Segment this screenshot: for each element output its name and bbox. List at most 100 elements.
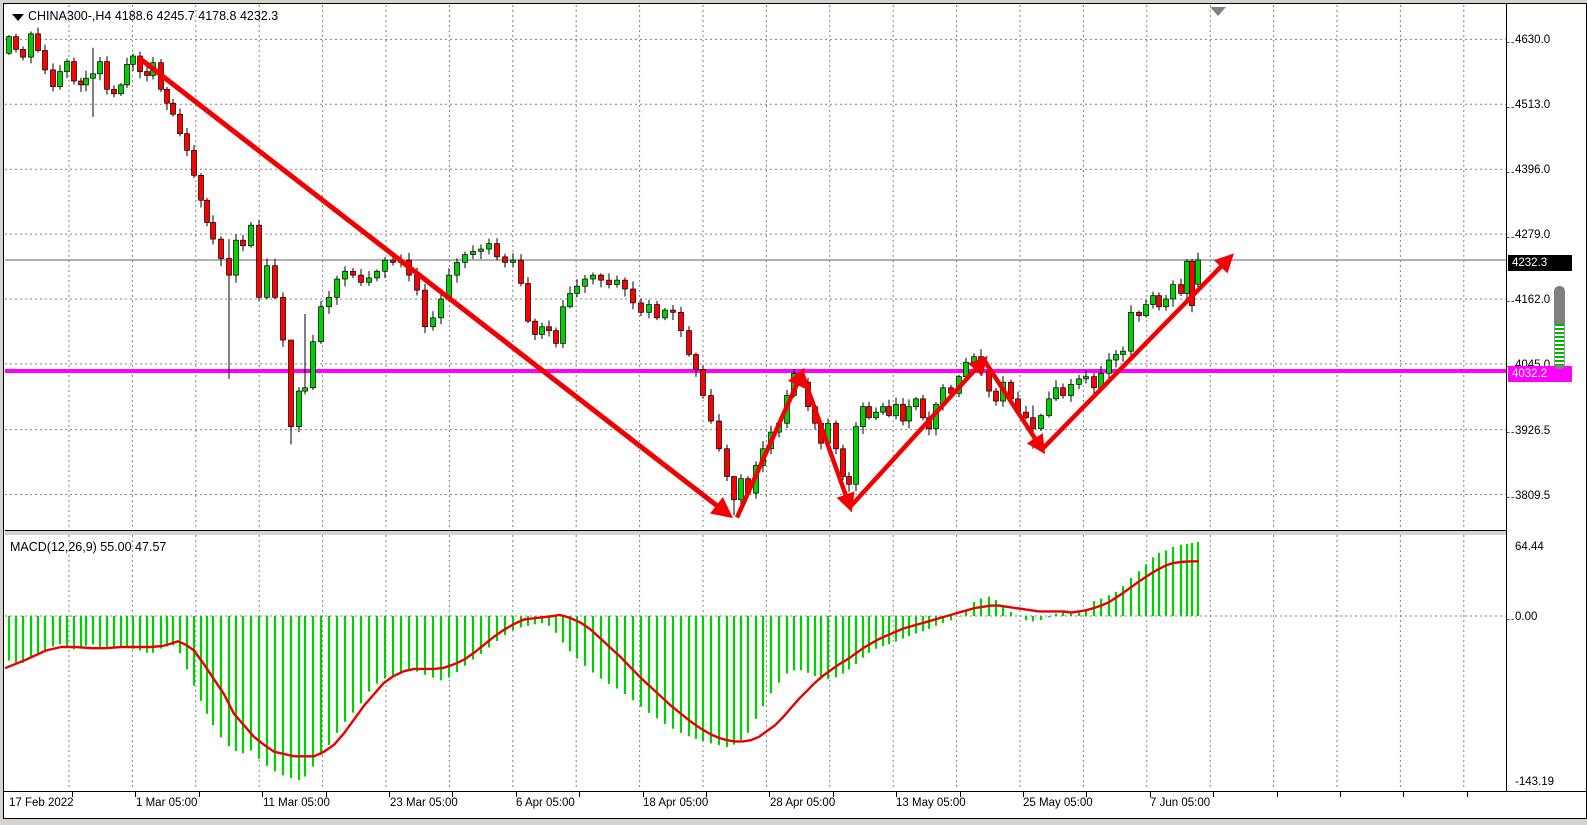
price-chart-canvas[interactable]	[5, 5, 1506, 530]
candle-body-up	[561, 307, 566, 344]
candle-body-up	[383, 260, 388, 271]
candle-body-down	[1137, 312, 1142, 315]
candle-body-up	[575, 286, 580, 293]
candle-body-down	[165, 89, 170, 103]
macd-canvas[interactable]	[5, 535, 1506, 791]
chart-scrollbar[interactable]	[1554, 286, 1565, 369]
price-tick-label: 4162.0	[1515, 294, 1550, 306]
candle-body-up	[335, 279, 340, 297]
candle-body-up	[1054, 388, 1059, 399]
time-tick-label: 7 Jun 05:00	[1150, 797, 1210, 809]
candle-body-up	[1077, 379, 1082, 385]
time-axis[interactable]: 17 Feb 2022 1 Mar 05:00 11 Mar 05:00 23 Mar…	[4, 792, 1586, 817]
macd-indicator-panel[interactable]: MACD(12,26,9) 55.00 47.57	[5, 535, 1506, 791]
candle-body-down	[1179, 285, 1184, 294]
price-tick-mark	[1507, 432, 1514, 433]
macd-indicator-label: MACD(12,26,9) 55.00 47.57	[10, 540, 166, 554]
candle-body-down	[1061, 388, 1066, 396]
candle-body-down	[631, 289, 636, 303]
candle-body-down	[709, 396, 714, 422]
candle-body-down	[671, 310, 676, 312]
candle-body-up	[479, 249, 484, 251]
price-axis[interactable]: 4630.04513.04396.04279.04162.04045.03926…	[1507, 4, 1586, 791]
candle-body-up	[881, 407, 886, 413]
candle-body-up	[1084, 377, 1089, 379]
price-tick-label: 4279.0	[1515, 229, 1550, 241]
price-tick-mark	[1507, 497, 1514, 498]
candle-body-down	[1092, 377, 1097, 388]
time-tick-label: 17 Feb 2022	[9, 797, 74, 809]
time-tick-label: 11 Mar 05:00	[263, 797, 330, 809]
candle-body-down	[241, 240, 246, 246]
candle-body-down	[887, 407, 892, 416]
candle-body-down	[205, 200, 210, 222]
candle-body-down	[79, 81, 84, 85]
candle-body-down	[51, 70, 56, 87]
candle-body-down	[834, 423, 839, 449]
candle-body-up	[739, 479, 744, 500]
candle-body-up	[1171, 285, 1176, 299]
candle-body-up	[91, 74, 96, 78]
candle-body-down	[599, 275, 604, 280]
candle-body-down	[14, 37, 19, 50]
candle-body-down	[655, 305, 660, 318]
trend-arrow[interactable]	[984, 360, 1042, 449]
price-tick-label: 4396.0	[1515, 164, 1550, 176]
macd-tick-label: 64.44	[1515, 541, 1544, 553]
trend-arrow[interactable]	[850, 360, 984, 507]
trend-arrow[interactable]	[737, 373, 802, 518]
candle-body-down	[1031, 418, 1036, 429]
candle-body-up	[343, 271, 348, 279]
time-tick-mark	[1213, 792, 1214, 797]
price-tick-mark	[1507, 237, 1514, 238]
candle-body-down	[701, 369, 706, 395]
candle-body-down	[112, 89, 117, 93]
candle-body-down	[145, 72, 150, 76]
candle-body-up	[297, 391, 302, 427]
time-tick-mark	[1403, 792, 1404, 797]
trend-arrow[interactable]	[802, 373, 850, 507]
macd-tick-label: 0.00	[1515, 611, 1537, 623]
candle-body-down	[359, 275, 364, 282]
scrollbar-thumb[interactable]	[1554, 286, 1565, 324]
price-chart-panel[interactable]: CHINA300-,H4 4188.6 4245.7 4178.8 4232.3	[5, 5, 1506, 530]
symbol-ohlc-title: CHINA300-,H4 4188.6 4245.7 4178.8 4232.3	[28, 9, 278, 23]
candle-body-down	[351, 271, 356, 275]
scrollbar-stripes	[1554, 324, 1565, 365]
time-tick-label: 1 Mar 05:00	[136, 797, 197, 809]
candle-body-up	[234, 240, 239, 275]
candle-body-up	[249, 225, 254, 246]
time-tick-mark	[579, 792, 580, 797]
trend-arrow[interactable]	[1042, 257, 1230, 449]
candle-body-up	[265, 266, 270, 298]
candles	[7, 28, 1201, 516]
candle-body-up	[615, 280, 620, 284]
candle-body-up	[1114, 354, 1119, 360]
macd-tick-label: -143.19	[1515, 776, 1554, 788]
candle-body-up	[463, 255, 468, 263]
current-price-box: 4232.3	[1508, 255, 1572, 271]
time-tick-label: 23 Mar 05:00	[390, 797, 458, 809]
chart-shift-marker-icon[interactable]	[1210, 7, 1226, 16]
price-tick-mark	[1507, 172, 1514, 173]
candle-body-down	[639, 303, 644, 312]
candle-body-down	[391, 260, 396, 262]
candle-body-down	[273, 266, 278, 298]
candle-body-up	[431, 318, 436, 327]
candle-body-down	[105, 62, 110, 90]
candle-body-up	[1196, 260, 1201, 284]
chart-dropdown-icon[interactable]	[12, 14, 24, 21]
time-tick-mark	[199, 792, 200, 797]
price-tick-label: 4513.0	[1515, 99, 1550, 111]
candle-body-up	[119, 85, 124, 94]
candle-body-up	[647, 305, 652, 313]
candle-body-down	[841, 449, 846, 477]
candle-body-down	[847, 477, 852, 485]
candle-body-down	[281, 297, 286, 340]
time-tick-label: 6 Apr 05:00	[516, 797, 575, 809]
candle-body-up	[583, 279, 588, 286]
candle-body-up	[854, 427, 859, 485]
candle-body-up	[1151, 296, 1156, 305]
candle-body-down	[717, 421, 722, 449]
candle-body-up	[7, 37, 12, 54]
